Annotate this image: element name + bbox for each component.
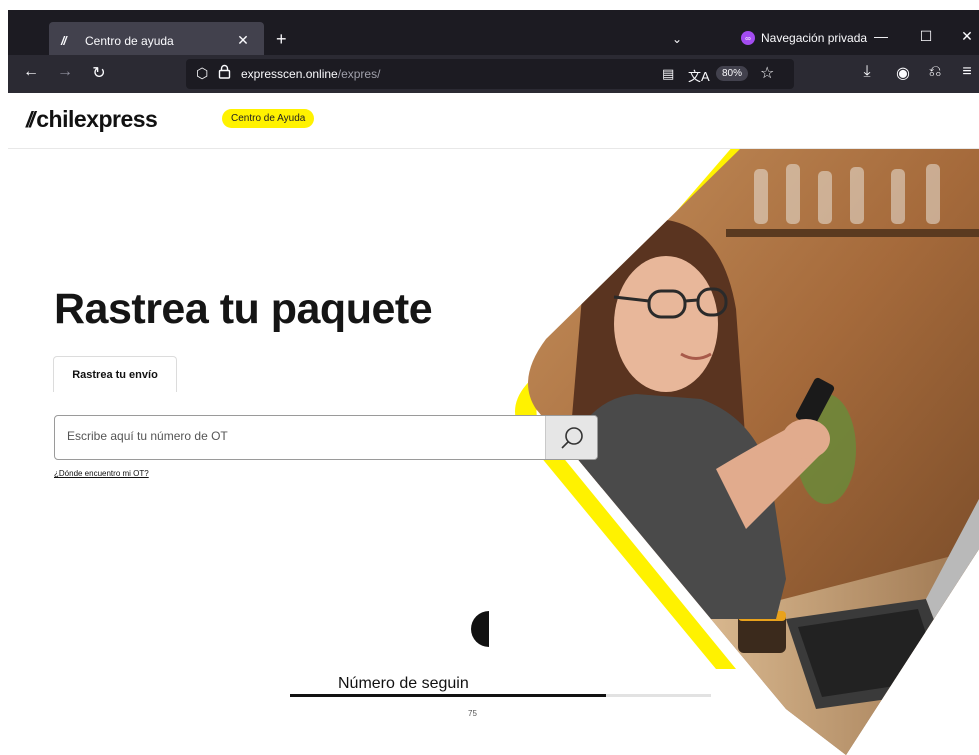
tracking-search-box	[54, 415, 598, 460]
search-icon	[560, 426, 583, 449]
minimize-icon[interactable]: —	[870, 28, 892, 44]
url-path: /expres/	[337, 67, 381, 81]
url-text[interactable]: expresscen.online/expres/	[241, 67, 380, 81]
browser-nav-bar: ← → ↻ ⬡ expresscen.online/expres/ ▤ 文A 8…	[8, 55, 979, 93]
site-header: // chilexpress Centro de Ayuda	[8, 93, 979, 149]
page-headline: Rastrea tu paquete	[54, 285, 433, 333]
private-mode-label: Navegación privada	[761, 31, 868, 45]
zoom-level-badge[interactable]: 80%	[716, 66, 749, 81]
progress-value: 75	[468, 709, 477, 718]
close-window-icon[interactable]: ✕	[956, 28, 978, 45]
translate-icon[interactable]: 文A	[688, 66, 710, 85]
chilexpress-logo[interactable]: // chilexpress	[26, 106, 158, 133]
private-browsing-indicator: ∞ Navegación privada	[741, 31, 867, 45]
logo-mark-icon: //	[26, 106, 35, 132]
tab-track-shipment[interactable]: Rastrea tu envío	[53, 356, 177, 392]
find-ot-link[interactable]: ¿Dónde encuentro mi OT?	[54, 469, 149, 478]
tracking-number-input[interactable]	[67, 429, 537, 443]
screen-edge	[0, 0, 979, 10]
chevron-down-icon[interactable]: ⌄	[672, 32, 682, 46]
maximize-icon[interactable]: ☐	[915, 28, 937, 45]
private-mask-icon: ∞	[741, 31, 755, 45]
progress-label: Número de seguin	[338, 675, 469, 692]
tab-title: Centro de ayuda	[85, 33, 174, 48]
url-bar[interactable]: ⬡ expresscen.online/expres/ ▤ 文A 80% ☆	[186, 59, 794, 89]
help-center-badge[interactable]: Centro de Ayuda	[222, 109, 315, 128]
loading-spinner-icon	[471, 611, 489, 647]
progress-bar	[290, 694, 711, 697]
menu-icon[interactable]: ≡	[956, 63, 978, 81]
back-icon[interactable]: ←	[20, 63, 42, 81]
download-icon[interactable]: ⤓	[856, 63, 878, 81]
url-domain: expresscen.online	[241, 67, 338, 81]
reader-view-icon[interactable]: ▤	[662, 66, 674, 82]
bookmark-star-icon[interactable]: ☆	[760, 63, 774, 83]
search-button[interactable]	[545, 416, 597, 459]
shield-icon[interactable]: ⬡	[196, 65, 208, 82]
reload-icon[interactable]: ↻	[88, 63, 110, 83]
browser-tab[interactable]: // Centro de ayuda ✕	[49, 22, 264, 59]
forward-icon[interactable]: →	[54, 63, 76, 81]
extensions-icon[interactable]: ⎌	[924, 63, 946, 81]
account-icon[interactable]: ◉	[892, 63, 914, 83]
web-page: // chilexpress Centro de Ayuda Rastrea t…	[8, 93, 979, 755]
close-icon[interactable]: ✕	[234, 32, 252, 49]
chilexpress-favicon-icon: //	[61, 33, 67, 48]
browser-tab-bar: // Centro de ayuda ✕ + ⌄ ∞ Navegación pr…	[8, 10, 979, 59]
lock-icon[interactable]	[218, 64, 231, 83]
plus-icon[interactable]: +	[276, 30, 287, 48]
logo-text: chilexpress	[36, 106, 158, 132]
progress-bar-fill	[290, 694, 606, 697]
